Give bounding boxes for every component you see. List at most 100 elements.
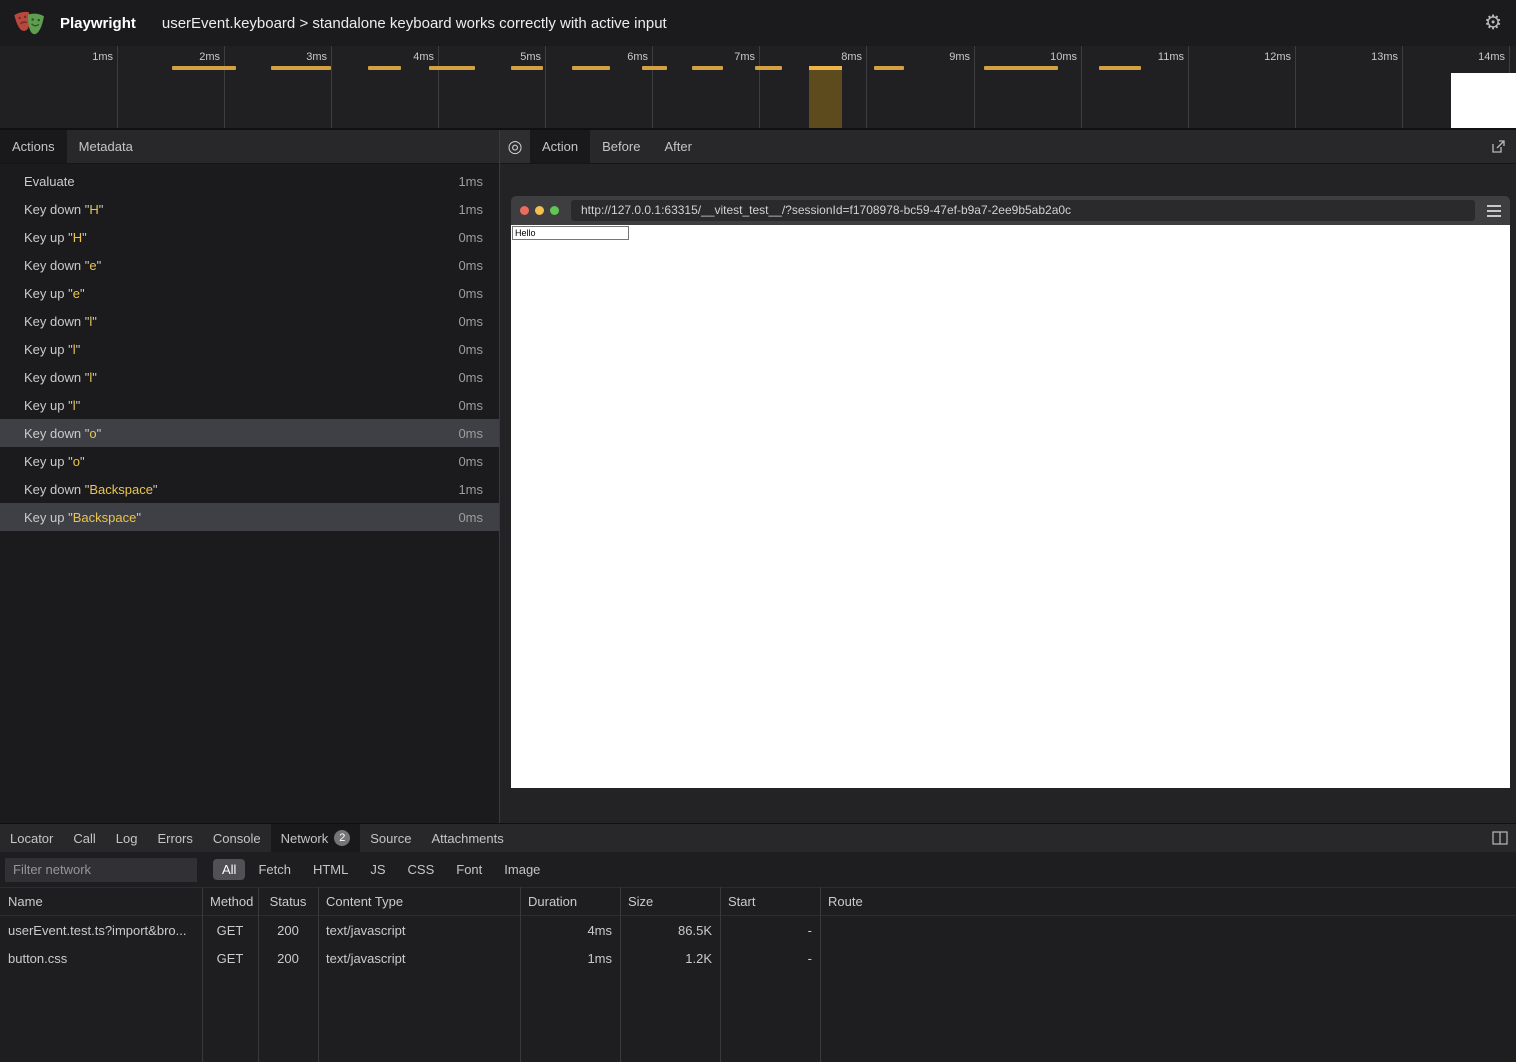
- timeline-gridline: [1402, 46, 1403, 128]
- network-request-row[interactable]: userEvent.test.ts?import&bro...GET200tex…: [0, 916, 1516, 944]
- timeline-gridline: [974, 46, 975, 128]
- network-cell: userEvent.test.ts?import&bro...: [0, 923, 202, 938]
- action-row[interactable]: Key up "Backspace"0ms: [0, 503, 499, 531]
- action-row[interactable]: Key up "l"0ms: [0, 335, 499, 363]
- action-row[interactable]: Key down "l"0ms: [0, 363, 499, 391]
- timeline-action-bar: [874, 66, 904, 70]
- action-key-close-quote: ": [136, 510, 141, 525]
- timeline-tick-label: 13ms: [1338, 51, 1398, 63]
- action-row[interactable]: Key down "l"0ms: [0, 307, 499, 335]
- column-header-start: Start: [720, 894, 820, 909]
- filter-chip-image[interactable]: Image: [495, 859, 549, 880]
- timeline-gridline: [866, 46, 867, 128]
- network-cell: -: [720, 951, 820, 966]
- filter-chip-fetch[interactable]: Fetch: [249, 859, 300, 880]
- timeline[interactable]: 1ms2ms3ms4ms5ms6ms7ms8ms9ms10ms11ms12ms1…: [0, 46, 1516, 130]
- network-cell: 86.5K: [620, 923, 720, 938]
- tab-actions[interactable]: Actions: [0, 130, 67, 163]
- action-row[interactable]: Key down "o"0ms: [0, 419, 499, 447]
- pick-locator-button[interactable]: ◎: [500, 130, 530, 163]
- open-snapshot-popout-button[interactable]: [1481, 130, 1516, 163]
- trace-title: userEvent.keyboard > standalone keyboard…: [162, 15, 667, 32]
- network-filter-input[interactable]: [5, 858, 197, 882]
- timeline-tick-label: 2ms: [160, 51, 220, 63]
- timeline-tick-label: 4ms: [374, 51, 434, 63]
- settings-gear-icon[interactable]: ⚙: [1484, 13, 1502, 33]
- timeline-tick-label: 6ms: [588, 51, 648, 63]
- split-columns-icon: [1492, 831, 1508, 845]
- action-duration: 0ms: [458, 510, 483, 525]
- column-divider: [620, 887, 621, 1062]
- column-divider: [820, 887, 821, 1062]
- action-key-close-quote: ": [97, 426, 102, 441]
- layout-split-button[interactable]: [1484, 824, 1516, 852]
- tab-network[interactable]: Network2: [271, 824, 361, 852]
- tab-errors[interactable]: Errors: [147, 824, 202, 852]
- timeline-tick-label: 10ms: [1017, 51, 1077, 63]
- timeline-action-bar: [511, 66, 543, 70]
- filter-chip-html[interactable]: HTML: [304, 859, 357, 880]
- action-row[interactable]: Key up "o"0ms: [0, 447, 499, 475]
- filter-chip-all[interactable]: All: [213, 859, 245, 880]
- action-key-close-quote: ": [80, 454, 85, 469]
- column-divider: [318, 887, 319, 1062]
- timeline-gridline: [652, 46, 653, 128]
- tab-source[interactable]: Source: [360, 824, 421, 852]
- tab-call[interactable]: Call: [63, 824, 105, 852]
- action-key: H: [89, 202, 98, 217]
- tab-label: Locator: [10, 831, 53, 846]
- network-cell: GET: [202, 951, 258, 966]
- action-label: Key up: [24, 454, 68, 469]
- tab-before[interactable]: Before: [590, 130, 652, 163]
- traffic-lights: [520, 206, 559, 215]
- action-row[interactable]: Key up "l"0ms: [0, 391, 499, 419]
- tab-console[interactable]: Console: [203, 824, 271, 852]
- column-divider: [202, 887, 203, 1062]
- network-request-row[interactable]: button.cssGET200text/javascript1ms1.2K-: [0, 944, 1516, 972]
- action-row[interactable]: Key up "e"0ms: [0, 279, 499, 307]
- snapshot-browser-window: http://127.0.0.1:63315/__vitest_test__/?…: [511, 196, 1510, 788]
- timeline-tick-label: 9ms: [910, 51, 970, 63]
- tab-log[interactable]: Log: [106, 824, 148, 852]
- filter-chip-js[interactable]: JS: [361, 859, 394, 880]
- trace-viewer: Playwright userEvent.keyboard > standalo…: [0, 0, 1516, 1062]
- snapshot-url-bar: http://127.0.0.1:63315/__vitest_test__/?…: [571, 200, 1475, 221]
- network-cell: 4ms: [520, 923, 620, 938]
- tab-label: Action: [542, 139, 578, 154]
- tab-label: Log: [116, 831, 138, 846]
- action-duration: 0ms: [458, 314, 483, 329]
- action-label: Key down: [24, 482, 85, 497]
- timeline-action-bar: [429, 66, 475, 70]
- timeline-gridline: [545, 46, 546, 128]
- column-header-size: Size: [620, 894, 720, 909]
- tab-action[interactable]: Action: [530, 130, 590, 163]
- snapshot-panel: ◎ Action BeforeAfter: [500, 130, 1516, 823]
- filter-chip-font[interactable]: Font: [447, 859, 491, 880]
- action-row[interactable]: Key down "e"0ms: [0, 251, 499, 279]
- timeline-gridline: [331, 46, 332, 128]
- tab-label: Actions: [12, 139, 55, 154]
- action-row[interactable]: Key down "H"1ms: [0, 195, 499, 223]
- network-count-badge: 2: [334, 830, 350, 846]
- timeline-tick-label: 8ms: [802, 51, 862, 63]
- column-header-content-type: Content Type: [318, 894, 520, 909]
- tab-metadata[interactable]: Metadata: [67, 130, 145, 163]
- action-row[interactable]: Key down "Backspace"1ms: [0, 475, 499, 503]
- tab-label: Source: [370, 831, 411, 846]
- action-row[interactable]: Key up "H"0ms: [0, 223, 499, 251]
- tab-locator[interactable]: Locator: [0, 824, 63, 852]
- filter-chip-css[interactable]: CSS: [399, 859, 444, 880]
- action-key-close-quote: ": [92, 370, 97, 385]
- action-key: e: [73, 286, 80, 301]
- network-cell: 1ms: [520, 951, 620, 966]
- action-key: Backspace: [73, 510, 137, 525]
- timeline-gridline: [1188, 46, 1189, 128]
- action-duration: 1ms: [458, 482, 483, 497]
- action-row[interactable]: Evaluate1ms: [0, 167, 499, 195]
- tab-after[interactable]: After: [652, 130, 703, 163]
- snapshot-page: [511, 225, 1510, 788]
- action-key-close-quote: ": [99, 202, 104, 217]
- menu-hamburger-icon: [1487, 205, 1501, 217]
- tab-attachments[interactable]: Attachments: [421, 824, 513, 852]
- playwright-logo-icon: [14, 7, 48, 39]
